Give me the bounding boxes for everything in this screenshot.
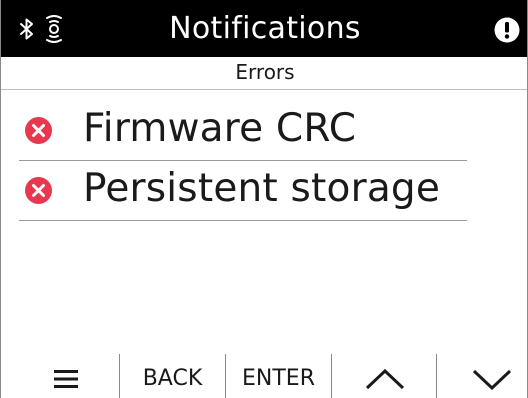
device-screen: Notifications Errors Firmware CRC Persis…: [0, 0, 528, 398]
chevron-down-icon: [472, 369, 512, 390]
back-button[interactable]: BACK: [120, 352, 225, 398]
menu-icon: [54, 370, 78, 388]
notification-label: Persistent storage: [83, 166, 441, 211]
up-button[interactable]: [332, 352, 436, 398]
notification-item[interactable]: Persistent storage: [19, 160, 467, 221]
notification-label: Firmware CRC: [83, 106, 357, 151]
title-bar: Notifications: [1, 0, 527, 57]
error-icon: [25, 117, 52, 144]
section-header: Errors: [1, 57, 527, 90]
chevron-up-icon: [365, 368, 405, 390]
menu-button[interactable]: [1, 352, 119, 398]
page-title: Notifications: [169, 11, 361, 46]
softkey-bar: BACK ENTER: [1, 352, 527, 398]
error-icon: [25, 177, 52, 204]
notification-item[interactable]: Firmware CRC: [19, 100, 467, 161]
down-button[interactable]: [437, 352, 527, 398]
alert-icon: [494, 17, 520, 43]
enter-button[interactable]: ENTER: [226, 352, 331, 398]
